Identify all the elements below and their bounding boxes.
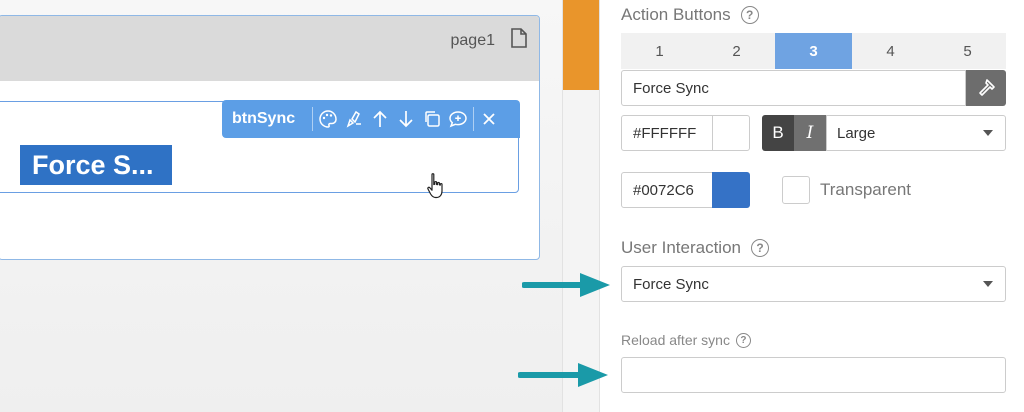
widget-id: btnSync: [232, 110, 296, 127]
reload-after-sync-text: Reload after sync: [621, 332, 730, 348]
action-button-tabs: 1 2 3 4 5: [621, 33, 1006, 69]
close-icon[interactable]: [476, 100, 502, 138]
paint-brush-icon[interactable]: [341, 100, 367, 138]
palette-icon[interactable]: [315, 100, 341, 138]
transparent-checkbox[interactable]: [782, 176, 810, 204]
tab-3[interactable]: 3: [775, 33, 852, 69]
font-size-value: Large: [837, 124, 876, 142]
page-header: page1: [0, 16, 539, 81]
tab-5[interactable]: 5: [929, 33, 1006, 69]
user-interaction-heading: User Interaction ?: [621, 238, 769, 258]
background-color-swatch[interactable]: [712, 172, 750, 208]
action-buttons-heading: Action Buttons ?: [621, 5, 759, 25]
font-size-select[interactable]: Large: [826, 115, 1006, 151]
user-interaction-select[interactable]: Force Sync: [621, 266, 1006, 302]
help-icon[interactable]: ?: [740, 6, 759, 24]
help-icon[interactable]: ?: [735, 332, 751, 348]
background-color-input[interactable]: #0072C6: [621, 172, 713, 208]
designer-canvas: page1 btnSync Force S...: [0, 0, 562, 412]
preview-force-sync-button[interactable]: Force S...: [20, 145, 172, 185]
copy-icon[interactable]: [419, 100, 445, 138]
help-icon[interactable]: ?: [751, 239, 769, 257]
tab-1[interactable]: 1: [621, 33, 698, 69]
chevron-down-icon: [983, 130, 993, 136]
panel-divider-strip: [562, 0, 600, 412]
user-interaction-title: User Interaction: [621, 238, 741, 257]
action-buttons-title: Action Buttons: [621, 5, 731, 24]
comment-plus-icon[interactable]: [445, 100, 471, 138]
tab-4[interactable]: 4: [852, 33, 929, 69]
transparent-label: Transparent: [820, 180, 912, 199]
chevron-down-icon: [983, 281, 993, 287]
hammer-icon[interactable]: [966, 70, 1006, 106]
text-color-input[interactable]: #FFFFFF: [621, 115, 713, 151]
accent-bar: [563, 0, 599, 90]
arrow-down-icon[interactable]: [393, 100, 419, 138]
toolbar-divider: [473, 107, 474, 131]
page-frame[interactable]: page1 btnSync Force S...: [0, 15, 540, 260]
hand-cursor-icon: [426, 172, 446, 207]
text-color-swatch[interactable]: [712, 115, 750, 151]
user-interaction-value: Force Sync: [633, 275, 709, 293]
button-label-input[interactable]: Force Sync: [621, 70, 966, 106]
bold-toggle[interactable]: B: [762, 115, 794, 151]
reload-after-sync-label: Reload after sync ?: [621, 332, 751, 348]
toolbar-divider: [312, 107, 313, 131]
widget-toolbar: btnSync: [222, 100, 520, 138]
tab-2[interactable]: 2: [698, 33, 775, 69]
annotation-arrow-icon: [518, 363, 608, 387]
properties-panel: Action Buttons ? 1 2 3 4 5 Force Sync #F…: [600, 0, 1024, 412]
arrow-up-icon[interactable]: [367, 100, 393, 138]
page-document-icon[interactable]: [511, 28, 527, 53]
annotation-arrow-icon: [522, 273, 610, 297]
reload-after-sync-input[interactable]: [621, 357, 1006, 393]
page-name: page1: [450, 32, 496, 49]
italic-toggle[interactable]: I: [794, 115, 826, 151]
button-widget[interactable]: btnSync Force S...: [0, 100, 520, 199]
